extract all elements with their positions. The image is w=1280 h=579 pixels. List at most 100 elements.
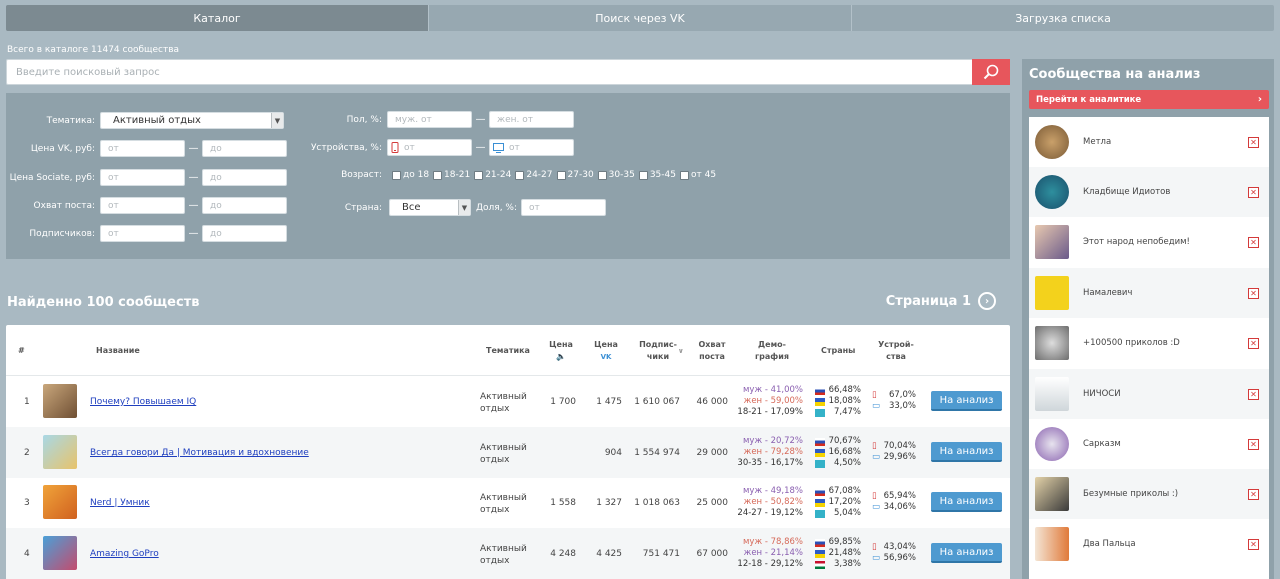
community-link[interactable]: Nerd | Умник xyxy=(90,498,150,508)
remove-button[interactable]: ✕ xyxy=(1248,438,1259,450)
community-thumbnail[interactable] xyxy=(43,536,77,570)
add-to-analysis-button[interactable]: На анализ xyxy=(931,543,1002,563)
avatar[interactable] xyxy=(1035,175,1069,209)
checkbox[interactable] xyxy=(597,170,607,180)
community-link[interactable]: Почему? Повышаем IQ xyxy=(90,397,196,407)
checkbox[interactable] xyxy=(392,170,401,180)
community-name[interactable]: Метла xyxy=(1083,137,1248,147)
mobile-icon: ▯ xyxy=(872,390,877,400)
search-input[interactable] xyxy=(7,60,972,84)
dash: — xyxy=(188,172,199,183)
remove-button[interactable]: ✕ xyxy=(1248,287,1259,299)
avatar[interactable] xyxy=(1035,377,1069,411)
age-option-label: до 18 xyxy=(403,170,430,180)
reach-from[interactable]: от xyxy=(100,197,185,214)
remove-button[interactable]: ✕ xyxy=(1248,186,1259,198)
col-name[interactable]: Название xyxy=(96,345,140,357)
price-vk-to[interactable]: до xyxy=(202,140,287,157)
community-name[interactable]: Безумные приколы :) xyxy=(1083,489,1248,499)
tab-catalog[interactable]: Каталог xyxy=(6,5,429,31)
sort-desc-icon[interactable]: ∨ xyxy=(678,345,684,357)
remove-button[interactable]: ✕ xyxy=(1248,236,1259,248)
age-option[interactable]: 21-24 xyxy=(474,170,511,180)
flag-ua-icon xyxy=(815,397,825,406)
avatar[interactable] xyxy=(1035,225,1069,259)
community-name[interactable]: +100500 приколов :D xyxy=(1083,338,1248,348)
col-topic[interactable]: Тематика xyxy=(486,345,530,357)
remove-button[interactable]: ✕ xyxy=(1248,538,1259,550)
go-to-analytics-button[interactable]: Перейти к аналитике › xyxy=(1029,90,1269,109)
community-name[interactable]: НИЧОСИ xyxy=(1083,389,1248,399)
col-demography[interactable]: Демо- графия xyxy=(752,339,792,363)
tab-list-upload[interactable]: Загрузка списка xyxy=(852,5,1274,31)
mobile-input[interactable]: от xyxy=(387,139,472,156)
add-to-analysis-button[interactable]: На анализ xyxy=(931,391,1002,411)
country-share: 69,85% xyxy=(828,537,861,547)
col-price[interactable]: Цена 🔈 xyxy=(546,339,576,363)
col-devices[interactable]: Устрой- ства xyxy=(876,339,916,363)
subscribers-from[interactable]: от xyxy=(100,225,185,242)
col-reach[interactable]: Охват поста xyxy=(694,339,730,363)
col-subscribers[interactable]: Подпис- чики xyxy=(638,339,678,363)
country-select[interactable]: Все ▼ xyxy=(389,199,471,216)
desktop-input[interactable]: от xyxy=(489,139,574,156)
reach-to[interactable]: до xyxy=(202,197,287,214)
checkbox[interactable] xyxy=(638,170,648,180)
checkbox[interactable] xyxy=(679,170,689,180)
share-input[interactable]: от xyxy=(521,199,607,216)
community-name[interactable]: Сарказм xyxy=(1083,439,1248,449)
search-button[interactable] xyxy=(972,59,1010,85)
col-countries[interactable]: Страны xyxy=(821,345,855,357)
age-option[interactable]: от 45 xyxy=(679,170,717,180)
remove-button[interactable]: ✕ xyxy=(1248,337,1259,349)
age-option[interactable]: 24-27 xyxy=(515,170,553,180)
add-to-analysis-button[interactable]: На анализ xyxy=(931,442,1002,462)
age-option[interactable]: 18-21 xyxy=(433,170,470,180)
male-input[interactable]: муж. от xyxy=(387,111,472,128)
age-option[interactable]: 35-45 xyxy=(638,170,676,180)
checkbox[interactable] xyxy=(474,170,484,180)
remove-button[interactable]: ✕ xyxy=(1248,488,1259,500)
tab-vk-search[interactable]: Поиск через VK xyxy=(429,5,852,31)
remove-button[interactable]: ✕ xyxy=(1248,136,1259,148)
avatar[interactable] xyxy=(1035,427,1069,461)
checkbox[interactable] xyxy=(433,170,443,180)
community-link[interactable]: Всегда говори Да | Мотивация и вдохновен… xyxy=(90,448,309,458)
remove-button[interactable]: ✕ xyxy=(1248,388,1259,400)
row-subscribers: 751 471 xyxy=(642,549,680,559)
community-thumbnail[interactable] xyxy=(43,435,77,469)
avatar[interactable] xyxy=(1035,125,1069,159)
community-link[interactable]: Amazing GoPro xyxy=(90,549,159,559)
search-icon xyxy=(983,64,999,80)
age-option-label: от 45 xyxy=(690,170,717,180)
avatar[interactable] xyxy=(1035,276,1069,310)
checkbox[interactable] xyxy=(515,170,525,180)
female-input[interactable]: жен. от xyxy=(489,111,574,128)
search-bar xyxy=(6,59,1010,85)
price-sociate-from[interactable]: от xyxy=(100,169,185,186)
checkbox[interactable] xyxy=(556,170,566,180)
avatar[interactable] xyxy=(1035,527,1069,561)
row-devices: ▯ 67,0% ▭ 33,0% xyxy=(872,390,916,412)
subscribers-to[interactable]: до xyxy=(202,225,287,242)
topic-select[interactable]: Активный отдых ▼ xyxy=(100,112,284,129)
chevron-right-icon[interactable]: › xyxy=(978,292,996,310)
price-vk-from[interactable]: от xyxy=(100,140,185,157)
avatar[interactable] xyxy=(1035,477,1069,511)
community-name[interactable]: Намалевич xyxy=(1083,288,1248,298)
community-thumbnail[interactable] xyxy=(43,384,77,418)
catalog-count: Всего в каталоге 11474 сообщества xyxy=(7,45,180,55)
col-reach-line1: Охват xyxy=(698,340,726,349)
community-name[interactable]: Кладбище Идиотов xyxy=(1083,187,1248,197)
age-option[interactable]: до 18 xyxy=(392,170,429,180)
community-name[interactable]: Этот народ непобедим! xyxy=(1083,237,1248,247)
community-thumbnail[interactable] xyxy=(43,485,77,519)
age-option[interactable]: 27-30 xyxy=(556,170,594,180)
community-name[interactable]: Два Пальца xyxy=(1083,539,1248,549)
price-sociate-to[interactable]: до xyxy=(202,169,287,186)
add-to-analysis-button[interactable]: На анализ xyxy=(931,492,1002,512)
analysis-list: Метла ✕ Кладбище Идиотов ✕ Этот народ не… xyxy=(1029,117,1269,579)
age-option[interactable]: 30-35 xyxy=(597,170,635,180)
col-price-vk[interactable]: Цена VK xyxy=(591,339,621,363)
avatar[interactable] xyxy=(1035,326,1069,360)
